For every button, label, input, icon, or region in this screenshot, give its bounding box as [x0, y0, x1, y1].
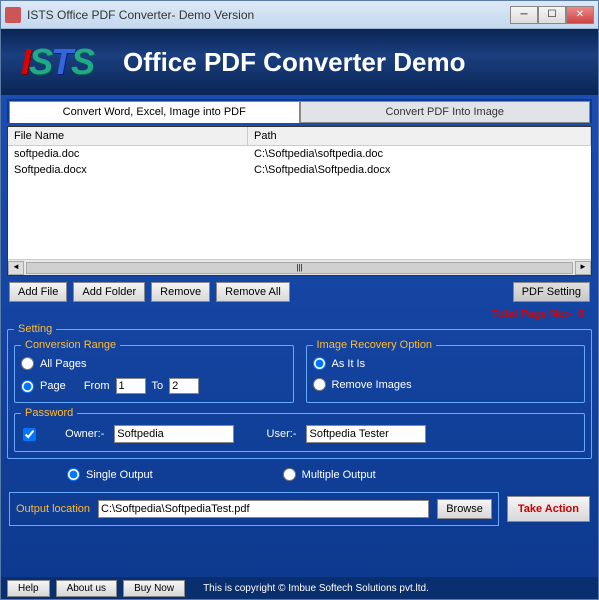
- horizontal-scrollbar[interactable]: ◄ ||| ►: [8, 259, 591, 275]
- tab-bar: Convert Word, Excel, Image into PDF Conv…: [7, 99, 592, 123]
- file-list-header: File Name Path: [8, 127, 591, 146]
- buy-now-button[interactable]: Buy Now: [123, 580, 185, 597]
- remove-images-radio[interactable]: [313, 378, 326, 391]
- titlebar: ISTS Office PDF Converter- Demo Version …: [1, 1, 598, 29]
- output-mode-row: Single Output Multiple Output: [7, 462, 592, 487]
- single-output-row[interactable]: Single Output: [67, 466, 153, 483]
- maximize-button[interactable]: ☐: [538, 6, 566, 24]
- recovery-legend: Image Recovery Option: [313, 339, 437, 351]
- take-action-button[interactable]: Take Action: [507, 496, 590, 522]
- as-it-is-radio[interactable]: [313, 357, 326, 370]
- add-file-button[interactable]: Add File: [9, 282, 67, 302]
- file-list-rows[interactable]: softpedia.doc C:\Softpedia\softpedia.doc…: [8, 146, 591, 259]
- cell-path: C:\Softpedia\softpedia.doc: [248, 148, 591, 160]
- scroll-right-icon[interactable]: ►: [575, 261, 591, 275]
- to-input[interactable]: [169, 378, 199, 394]
- total-page-label: Total Page No:-: [492, 308, 572, 320]
- scroll-left-icon[interactable]: ◄: [8, 261, 24, 275]
- total-page-row: Total Page No:- 0: [7, 308, 592, 320]
- total-page-value: 0: [578, 308, 584, 320]
- file-buttons-row: Add File Add Folder Remove Remove All PD…: [7, 279, 592, 305]
- user-input[interactable]: [306, 425, 426, 443]
- window-controls: ─ ☐ ✕: [510, 6, 594, 24]
- tab-convert-to-pdf[interactable]: Convert Word, Excel, Image into PDF: [9, 101, 300, 123]
- conversion-range-fieldset: Conversion Range All Pages Page From To: [14, 339, 294, 403]
- conversion-legend: Conversion Range: [21, 339, 120, 351]
- multiple-output-row[interactable]: Multiple Output: [283, 466, 376, 483]
- main-body: Convert Word, Excel, Image into PDF Conv…: [1, 95, 598, 577]
- page-range-radio[interactable]: [21, 380, 34, 393]
- single-output-label: Single Output: [86, 469, 153, 481]
- window-title: ISTS Office PDF Converter- Demo Version: [27, 8, 510, 22]
- remove-images-radio-row[interactable]: Remove Images: [313, 376, 579, 393]
- output-location-label: Output location: [16, 503, 90, 515]
- output-location-box: Output location Browse: [9, 492, 499, 526]
- footer: Help About us Buy Now This is copyright …: [1, 577, 598, 599]
- to-label: To: [152, 380, 164, 392]
- logo: ISTS: [21, 41, 93, 83]
- scroll-thumb[interactable]: |||: [26, 262, 573, 274]
- owner-label: Owner:-: [65, 428, 104, 440]
- password-legend: Password: [21, 407, 77, 419]
- page-range-radio-row[interactable]: Page From To: [21, 376, 287, 396]
- table-row[interactable]: softpedia.doc C:\Softpedia\softpedia.doc: [8, 146, 591, 162]
- pdf-setting-button[interactable]: PDF Setting: [513, 282, 590, 302]
- password-fieldset: Password Owner:- User:-: [14, 407, 585, 452]
- help-button[interactable]: Help: [7, 580, 50, 597]
- as-it-is-radio-row[interactable]: As It Is: [313, 355, 579, 372]
- copyright-text: This is copyright © Imbue Softech Soluti…: [203, 583, 429, 594]
- close-button[interactable]: ✕: [566, 6, 594, 24]
- image-recovery-fieldset: Image Recovery Option As It Is Remove Im…: [306, 339, 586, 403]
- single-output-radio[interactable]: [67, 468, 80, 481]
- owner-input[interactable]: [114, 425, 234, 443]
- user-label: User:-: [267, 428, 297, 440]
- cell-name: softpedia.doc: [8, 148, 248, 160]
- browse-button[interactable]: Browse: [437, 499, 492, 519]
- about-button[interactable]: About us: [56, 580, 117, 597]
- minimize-button[interactable]: ─: [510, 6, 538, 24]
- as-it-is-label: As It Is: [332, 358, 366, 370]
- remove-button[interactable]: Remove: [151, 282, 210, 302]
- output-location-row: Output location Browse Take Action: [7, 490, 592, 528]
- all-pages-radio[interactable]: [21, 357, 34, 370]
- output-location-input[interactable]: [98, 500, 429, 518]
- all-pages-radio-row[interactable]: All Pages: [21, 355, 287, 372]
- from-label: From: [84, 380, 110, 392]
- remove-images-label: Remove Images: [332, 379, 412, 391]
- all-pages-label: All Pages: [40, 358, 86, 370]
- multiple-output-radio[interactable]: [283, 468, 296, 481]
- tab-pdf-to-image[interactable]: Convert PDF Into Image: [300, 101, 591, 123]
- app-icon: [5, 7, 21, 23]
- setting-fieldset: Setting Conversion Range All Pages Page …: [7, 323, 592, 459]
- header-title: Office PDF Converter Demo: [123, 47, 465, 78]
- add-folder-button[interactable]: Add Folder: [73, 282, 145, 302]
- remove-all-button[interactable]: Remove All: [216, 282, 290, 302]
- table-row[interactable]: Softpedia.docx C:\Softpedia\Softpedia.do…: [8, 162, 591, 178]
- from-input[interactable]: [116, 378, 146, 394]
- setting-legend: Setting: [14, 323, 56, 335]
- password-checkbox[interactable]: [23, 428, 36, 441]
- cell-path: C:\Softpedia\Softpedia.docx: [248, 164, 591, 176]
- multiple-output-label: Multiple Output: [302, 469, 376, 481]
- cell-name: Softpedia.docx: [8, 164, 248, 176]
- file-list-panel: File Name Path softpedia.doc C:\Softpedi…: [7, 126, 592, 276]
- header-banner: ISTS Office PDF Converter Demo: [1, 29, 598, 95]
- col-header-filename[interactable]: File Name: [8, 127, 248, 145]
- page-label: Page: [40, 380, 66, 392]
- app-window: ISTS Office PDF Converter- Demo Version …: [0, 0, 599, 600]
- col-header-path[interactable]: Path: [248, 127, 591, 145]
